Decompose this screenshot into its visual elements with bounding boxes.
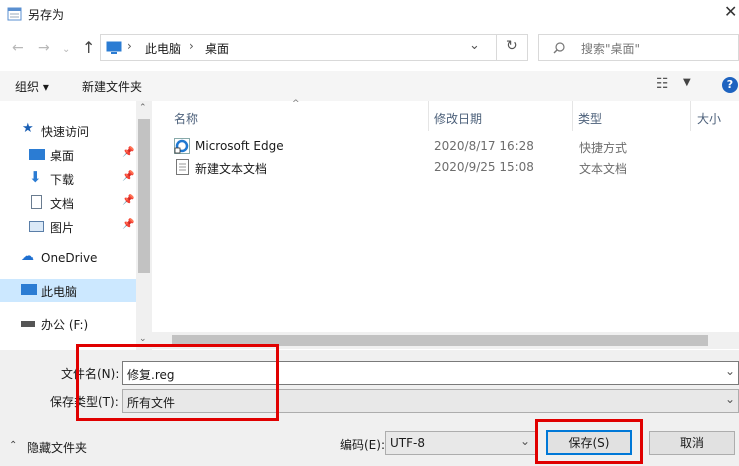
back-arrow-icon[interactable]: ← bbox=[12, 40, 24, 56]
column-name[interactable]: 名称 bbox=[174, 110, 198, 127]
nav-drive-f[interactable]: 办公 (F:) bbox=[0, 312, 136, 335]
breadcrumb-separator: › bbox=[127, 39, 132, 53]
nav-onedrive[interactable]: ☁ OneDrive bbox=[0, 247, 136, 270]
search-placeholder: 搜索"桌面" bbox=[581, 42, 641, 56]
chevron-down-icon[interactable]: ⌄ bbox=[725, 364, 735, 378]
breadcrumb-separator: › bbox=[189, 39, 194, 53]
breadcrumb-desktop[interactable]: 桌面 bbox=[205, 40, 229, 57]
window-title: 另存为 bbox=[28, 8, 65, 22]
cloud-icon: ☁ bbox=[21, 249, 34, 264]
chevron-down-icon[interactable]: ⌄ bbox=[139, 334, 147, 344]
pin-icon[interactable]: 📌 bbox=[122, 219, 134, 230]
column-date[interactable]: 修改日期 bbox=[434, 110, 482, 127]
drive-icon bbox=[21, 321, 35, 327]
chevron-up-icon[interactable]: ⌃ bbox=[9, 440, 17, 451]
organize-menu[interactable]: 组织 ▾ bbox=[15, 78, 49, 95]
refresh-button[interactable]: ↻ bbox=[496, 34, 528, 61]
chevron-down-icon[interactable]: ⌄ bbox=[469, 38, 480, 53]
nav-pictures[interactable]: 图片 📌 bbox=[0, 215, 136, 238]
nav-downloads[interactable]: ⬇ 下载 📌 bbox=[0, 167, 136, 190]
view-options-icon[interactable]: ☷ bbox=[656, 76, 669, 92]
star-icon: ★ bbox=[22, 121, 34, 136]
search-input[interactable]: 搜索"桌面" bbox=[538, 34, 739, 61]
nav-this-pc[interactable]: 此电脑 bbox=[0, 279, 136, 302]
highlight-box bbox=[76, 344, 279, 421]
navigation-pane: ★ 快速访问 桌面 📌 ⬇ 下载 📌 文档 📌 图片 📌 ☁ OneDrive … bbox=[0, 101, 152, 350]
pin-icon[interactable]: 📌 bbox=[122, 195, 134, 206]
pin-icon[interactable]: 📌 bbox=[122, 147, 134, 158]
document-icon bbox=[31, 195, 42, 209]
chevron-down-icon[interactable]: ⌄ bbox=[725, 392, 735, 406]
highlight-box bbox=[535, 419, 643, 464]
help-icon[interactable]: ? bbox=[722, 77, 738, 93]
computer-icon bbox=[106, 41, 122, 54]
column-type[interactable]: 类型 bbox=[578, 110, 602, 127]
chevron-down-icon[interactable]: ⌄ bbox=[520, 434, 530, 448]
file-row[interactable]: Microsoft Edge 2020/8/17 16:28 快捷方式 bbox=[152, 136, 739, 157]
column-divider[interactable] bbox=[690, 101, 691, 131]
desktop-icon bbox=[29, 149, 45, 160]
cancel-button[interactable]: 取消 bbox=[649, 431, 735, 455]
view-dropdown-icon[interactable]: ▼ bbox=[683, 77, 691, 88]
picture-icon bbox=[29, 221, 44, 232]
refresh-icon: ↻ bbox=[506, 38, 518, 54]
close-icon[interactable]: ✕ bbox=[724, 2, 737, 21]
computer-icon bbox=[21, 284, 37, 295]
encoding-value: UTF-8 bbox=[390, 436, 425, 450]
text-file-icon bbox=[176, 159, 189, 175]
column-size[interactable]: 大小 bbox=[697, 110, 721, 127]
forward-arrow-icon[interactable]: → bbox=[38, 40, 50, 56]
sort-ascending-icon: ^ bbox=[292, 99, 300, 109]
encoding-select[interactable]: UTF-8 ⌄ bbox=[385, 431, 536, 455]
column-divider[interactable] bbox=[572, 101, 573, 131]
nav-desktop[interactable]: 桌面 📌 bbox=[0, 143, 136, 166]
breadcrumb-this-pc[interactable]: 此电脑 bbox=[145, 40, 181, 57]
nav-scrollbar[interactable]: ⌃ ⌄ bbox=[136, 101, 152, 350]
download-icon: ⬇ bbox=[29, 168, 42, 186]
edge-shortcut-icon bbox=[174, 138, 190, 154]
notepad-icon bbox=[7, 7, 22, 21]
nav-quick-access[interactable]: ★ 快速访问 bbox=[0, 119, 136, 142]
scroll-thumb[interactable] bbox=[138, 119, 150, 273]
up-arrow-icon[interactable]: ↑ bbox=[82, 38, 95, 57]
nav-documents[interactable]: 文档 📌 bbox=[0, 191, 136, 214]
column-divider[interactable] bbox=[428, 101, 429, 131]
encoding-label: 编码(E): bbox=[340, 438, 385, 452]
pin-icon[interactable]: 📌 bbox=[122, 171, 134, 182]
search-icon bbox=[553, 42, 565, 54]
hide-folders-toggle[interactable]: 隐藏文件夹 bbox=[27, 439, 87, 456]
new-folder-button[interactable]: 新建文件夹 bbox=[82, 78, 142, 95]
address-bar[interactable]: › 此电脑 › 桌面 ⌄ bbox=[100, 34, 528, 61]
chevron-up-icon[interactable]: ⌃ bbox=[139, 103, 147, 113]
recent-locations-icon[interactable]: ⌄ bbox=[62, 44, 70, 55]
title-bar bbox=[0, 0, 739, 28]
file-row[interactable]: 新建文本文档 2020/9/25 15:08 文本文档 bbox=[152, 157, 739, 178]
column-header-row: 名称 修改日期 类型 大小 ^ bbox=[152, 99, 739, 131]
